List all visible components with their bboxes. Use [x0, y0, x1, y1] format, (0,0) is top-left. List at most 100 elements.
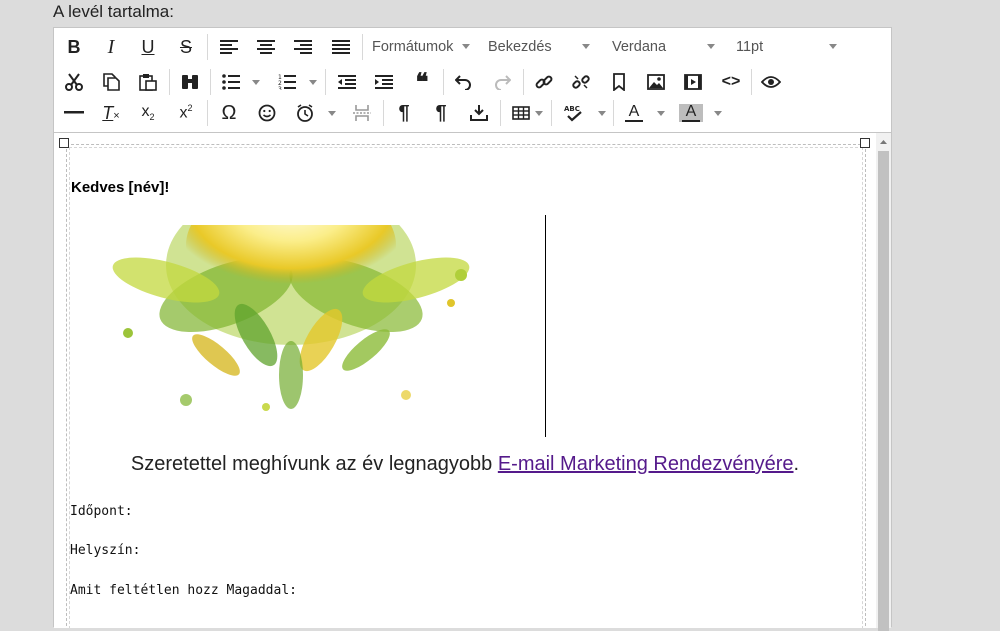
align-left-button[interactable]: [214, 33, 244, 61]
strikethrough-button[interactable]: S: [171, 33, 201, 61]
blockquote-button[interactable]: ❝: [407, 68, 437, 96]
align-center-button[interactable]: [251, 33, 281, 61]
superscript-button[interactable]: x2: [171, 99, 201, 127]
emoticon-icon: [258, 104, 276, 122]
block-format-dropdown[interactable]: Bekezdés: [488, 33, 590, 61]
table-options[interactable]: [533, 99, 545, 127]
chevron-down-icon: [714, 110, 722, 116]
nonbreaking-button[interactable]: ¶: [389, 99, 419, 127]
align-justify-icon: [332, 40, 350, 54]
template-icon: [470, 105, 488, 121]
resize-handle-top-right[interactable]: [860, 138, 870, 148]
editor-content-area[interactable]: Kedves [név]! Szeretettel meghívunk az é…: [54, 133, 876, 628]
bold-button[interactable]: B: [59, 33, 89, 61]
align-right-button[interactable]: [288, 33, 318, 61]
toolbar-separator: [751, 69, 752, 95]
invitation-end: .: [793, 453, 800, 475]
insert-template-button[interactable]: [464, 99, 494, 127]
text-color-options[interactable]: [655, 99, 667, 127]
toolbar-separator: [169, 69, 170, 95]
toolbar-separator: [362, 34, 363, 60]
spellcheck-button[interactable]: ABC: [559, 99, 589, 127]
insert-image-button[interactable]: [641, 68, 671, 96]
show-blocks-icon: ¶: [435, 101, 447, 124]
cut-button[interactable]: [59, 68, 89, 96]
numbered-list-button[interactable]: 123: [272, 68, 302, 96]
insert-media-button[interactable]: [678, 68, 708, 96]
undo-icon: [455, 75, 471, 90]
section-label: A levél tartalma:: [53, 2, 174, 21]
svg-text:ABC: ABC: [564, 105, 580, 113]
block-format-label: Bekezdés: [488, 39, 552, 55]
bullet-list-options[interactable]: [250, 68, 262, 96]
preview-button[interactable]: [756, 68, 786, 96]
outdent-button[interactable]: [332, 68, 362, 96]
source-code-button[interactable]: <>: [716, 68, 746, 96]
emoticons-button[interactable]: [252, 99, 282, 127]
resize-handle-top-left[interactable]: [59, 138, 69, 148]
background-color-button[interactable]: A: [676, 99, 706, 127]
text-color-button[interactable]: A: [619, 99, 649, 127]
show-blocks-button[interactable]: ¶: [426, 99, 456, 127]
copy-button[interactable]: [96, 68, 126, 96]
table-button[interactable]: [506, 99, 536, 127]
datetime-options[interactable]: [326, 99, 338, 127]
italic-icon: I: [107, 35, 115, 58]
numbered-list-icon: 123: [278, 74, 296, 90]
link-icon: [535, 75, 553, 89]
media-icon: [684, 74, 702, 90]
invitation-paragraph: Szeretettel meghívunk az év legnagyobb E…: [54, 453, 876, 476]
clear-format-button[interactable]: T×: [96, 99, 126, 127]
toolbar-separator: [500, 100, 501, 126]
image-icon: [647, 74, 665, 90]
editor-toolbar: B I U S Formátumok Bekezdés Verdana 11pt: [54, 28, 891, 133]
special-character-button[interactable]: Ω: [214, 99, 244, 127]
find-replace-button[interactable]: [175, 68, 205, 96]
page-break-button[interactable]: [347, 99, 377, 127]
chevron-down-icon: [598, 110, 606, 116]
editor-scrollbar[interactable]: [876, 133, 891, 631]
paste-icon: [139, 74, 157, 91]
spellcheck-icon: ABC: [564, 105, 582, 122]
event-link[interactable]: E-mail Marketing Rendezvényére: [498, 453, 794, 475]
insert-datetime-button[interactable]: [290, 99, 320, 127]
redo-icon: [495, 75, 511, 90]
background-color-options[interactable]: [712, 99, 724, 127]
subscript-button[interactable]: x2: [133, 99, 163, 127]
toolbar-separator: [207, 34, 208, 60]
italic-button[interactable]: I: [96, 33, 126, 61]
chevron-down-icon: [707, 44, 715, 49]
text-color-icon: A: [625, 104, 643, 122]
align-justify-button[interactable]: [326, 33, 356, 61]
spellcheck-options[interactable]: [596, 99, 608, 127]
horizontal-rule-button[interactable]: [59, 99, 89, 127]
paragraph-mark-icon: ¶: [398, 101, 410, 124]
font-size-dropdown[interactable]: 11pt: [736, 33, 837, 61]
font-family-dropdown[interactable]: Verdana: [612, 33, 715, 61]
scrollbar-thumb[interactable]: [878, 151, 889, 631]
toolbar-separator: [210, 69, 211, 95]
bullet-list-button[interactable]: [216, 68, 246, 96]
redo-button[interactable]: [487, 68, 517, 96]
unlink-button[interactable]: [566, 68, 596, 96]
formats-dropdown[interactable]: Formátumok: [372, 33, 470, 61]
chevron-down-icon: [462, 44, 470, 49]
scroll-up-arrow-icon[interactable]: [876, 137, 891, 147]
toolbar-separator: [443, 69, 444, 95]
page-break-icon: [353, 105, 371, 121]
toolbar-separator: [325, 69, 326, 95]
bookmark-button[interactable]: [604, 68, 634, 96]
invitation-text: Szeretettel meghívunk az év legnagyobb: [130, 453, 498, 475]
insert-link-button[interactable]: [529, 68, 559, 96]
undo-button[interactable]: [449, 68, 479, 96]
indent-button[interactable]: [369, 68, 399, 96]
table-icon: [512, 106, 530, 120]
paste-button[interactable]: [133, 68, 163, 96]
indent-icon: [375, 75, 393, 89]
toolbar-separator: [613, 100, 614, 126]
numbered-list-options[interactable]: [307, 68, 319, 96]
underline-button[interactable]: U: [133, 33, 163, 61]
outdent-icon: [338, 75, 356, 89]
chevron-down-icon: [328, 110, 336, 116]
font-family-label: Verdana: [612, 39, 667, 55]
